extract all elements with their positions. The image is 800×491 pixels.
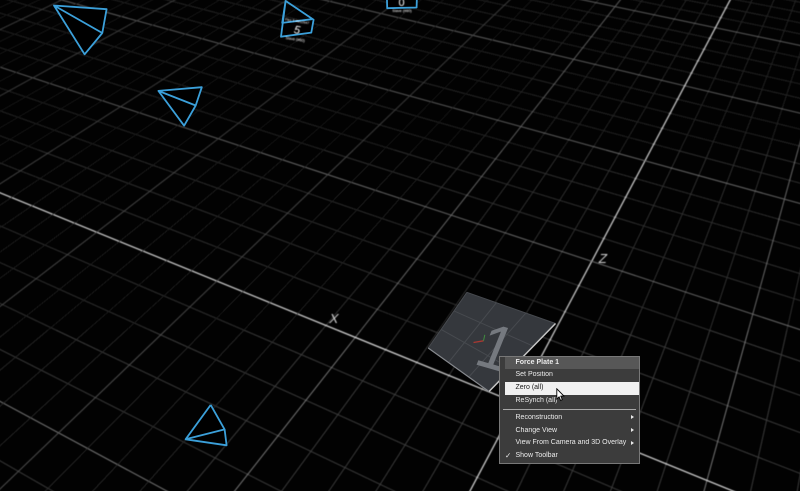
svg-text:Slave (#60): Slave (#60) (392, 9, 412, 13)
svg-text:X: X (328, 311, 341, 326)
svg-text:0: 0 (398, 0, 404, 9)
svg-text:Z: Z (597, 251, 609, 266)
